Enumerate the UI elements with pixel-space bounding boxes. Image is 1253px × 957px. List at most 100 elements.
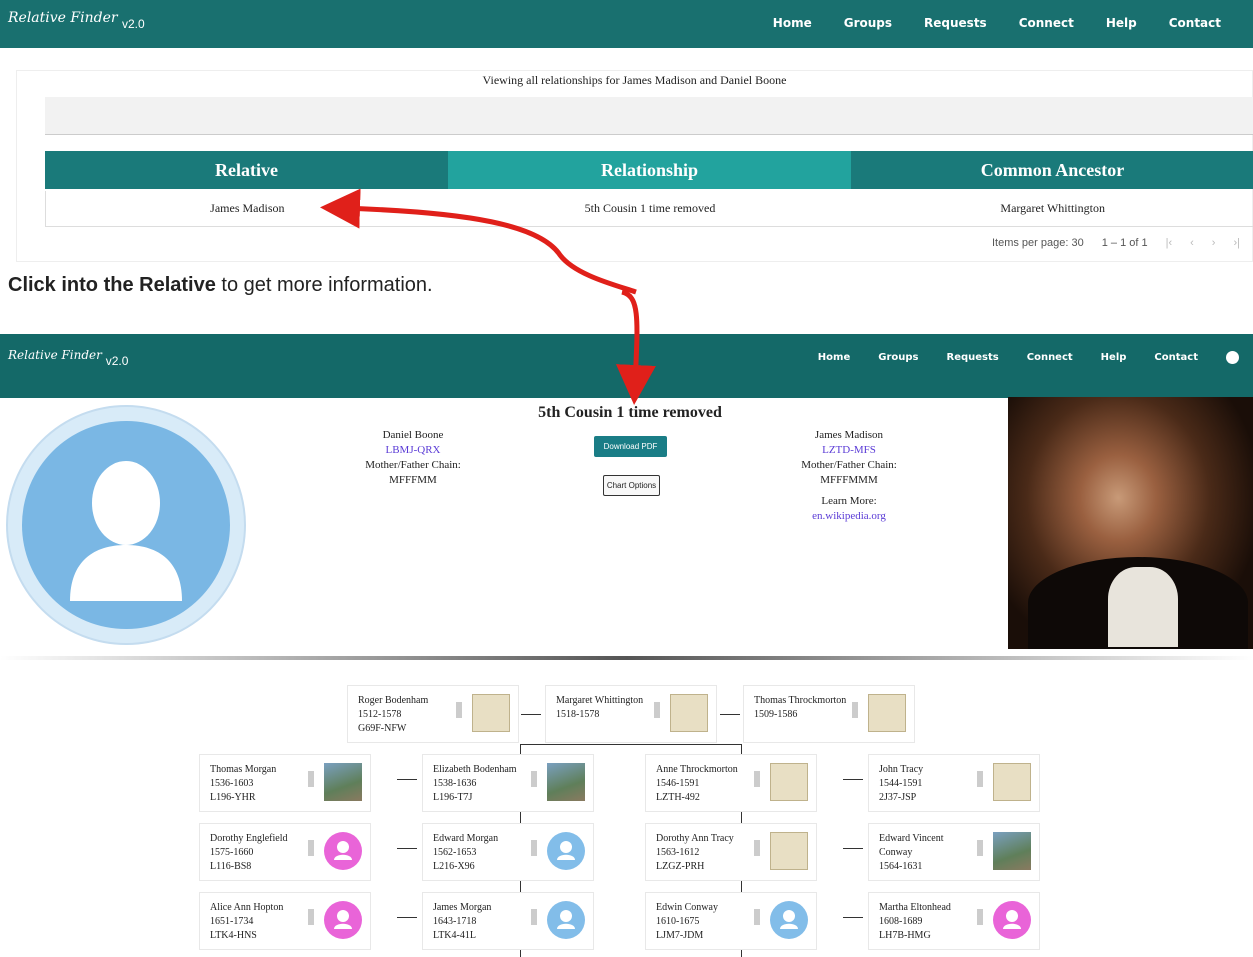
card-scrollbar[interactable] [530,832,538,866]
tree-connector [520,881,521,892]
nav-requests[interactable]: Requests [947,352,999,368]
first-page-icon[interactable]: |‹ [1166,237,1173,249]
wikipedia-link[interactable]: en.wikipedia.org [759,509,939,524]
person-card[interactable]: Anne Throckmorton 1546-1591 LZTH-492 [645,754,817,812]
person-card[interactable]: Dorothy Englefield 1575-1660 L116-BS8 [199,823,371,881]
tree-connector [520,950,521,957]
nav-links: Home Groups Requests Connect Help Contac… [818,351,1253,368]
note-bold: Click into the Relative [8,274,216,296]
last-page-icon[interactable]: ›| [1233,237,1240,249]
left-chain-label: Mother/Father Chain: [365,459,461,471]
tree-connector [843,779,863,780]
next-page-icon[interactable]: › [1212,237,1216,249]
avatar-icon [324,832,362,870]
person-card[interactable]: Margaret Whittington 1518-1578 [545,685,717,743]
person-card[interactable]: Thomas Throckmorton 1509-1586 [743,685,915,743]
card-scrollbar[interactable] [455,694,463,728]
card-years: 1546-1591 [656,778,700,789]
logo[interactable]: Relative Finder v2.0 [8,10,145,31]
nav-requests[interactable]: Requests [924,16,987,30]
card-scrollbar[interactable] [530,763,538,797]
card-id: L196-T7J [433,792,473,803]
card-id: 2J37-JSP [879,792,917,803]
person-card[interactable]: Thomas Morgan 1536-1603 L196-YHR [199,754,371,812]
person-card[interactable]: Martha Eltonhead 1608-1689 LH7B-HMG [868,892,1040,950]
card-scrollbar[interactable] [753,832,761,866]
card-years: 1610-1675 [656,916,700,927]
person-card[interactable]: Roger Bodenham 1512-1578 G69F-NFW [347,685,519,743]
person-card[interactable]: Edwin Conway 1610-1675 LJM7-JDM [645,892,817,950]
top-navbar: Relative Finder v2.0 Home Groups Request… [0,0,1253,48]
card-id: L116-BS8 [210,861,252,872]
person-card[interactable]: Dorothy Ann Tracy 1563-1612 LZGZ-PRH [645,823,817,881]
card-scrollbar[interactable] [976,832,984,866]
person-card[interactable]: Edward Morgan 1562-1653 L216-X96 [422,823,594,881]
nav-groups[interactable]: Groups [878,352,918,368]
card-id: LJM7-JDM [656,930,704,941]
person-card[interactable]: Elizabeth Bodenham 1538-1636 L196-T7J [422,754,594,812]
nav-contact[interactable]: Contact [1169,16,1221,30]
tree-connector [397,917,417,918]
card-id: LH7B-HMG [879,930,931,941]
nav-help[interactable]: Help [1101,352,1127,368]
learn-more-label: Learn More: [821,495,877,507]
person-card[interactable]: Alice Ann Hopton 1651-1734 LTK4-HNS [199,892,371,950]
right-name: James Madison [814,429,884,441]
header-relationship[interactable]: Relationship [448,151,851,189]
card-years: 1562-1653 [433,847,477,858]
cell-relative[interactable]: James Madison [46,191,449,226]
card-scrollbar[interactable] [976,901,984,935]
account-icon[interactable] [1226,351,1239,368]
avatar-icon [770,901,808,939]
card-id: LZTH-492 [656,792,700,803]
card-scrollbar[interactable] [753,763,761,797]
table-row[interactable]: James Madison 5th Cousin 1 time removed … [45,191,1253,227]
card-scrollbar[interactable] [653,694,661,728]
card-id: LTK4-HNS [210,930,257,941]
card-id: L196-YHR [210,792,256,803]
card-scrollbar[interactable] [851,694,859,728]
card-scrollbar[interactable] [307,832,315,866]
left-id-link[interactable]: LBMJ-QRX [323,443,503,458]
document-thumbnail [993,763,1031,801]
nav-home[interactable]: Home [773,16,812,30]
logo[interactable]: Relative Finder v2.0 [8,348,128,368]
nav-groups[interactable]: Groups [844,16,892,30]
header-relative[interactable]: Relative [45,151,448,189]
person-card[interactable]: John Tracy 1544-1591 2J37-JSP [868,754,1040,812]
card-scrollbar[interactable] [530,901,538,935]
tree-connector [521,714,541,715]
card-name: Elizabeth Bodenham [433,764,517,775]
document-thumbnail [770,832,808,870]
logo-text: Relative Finder [8,348,102,362]
right-chain: MFFFMMM [820,474,878,486]
card-scrollbar[interactable] [307,763,315,797]
right-id-link[interactable]: LZTD-MFS [759,443,939,458]
download-pdf-button[interactable]: Download PDF [594,436,667,457]
nav-contact[interactable]: Contact [1154,352,1198,368]
card-id: G69F-NFW [358,723,407,734]
prev-page-icon[interactable]: ‹ [1190,237,1194,249]
card-scrollbar[interactable] [307,901,315,935]
card-years: 1563-1612 [656,847,700,858]
person-card[interactable]: James Morgan 1643-1718 LTK4-41L [422,892,594,950]
nav-connect[interactable]: Connect [1019,16,1074,30]
person-silhouette-icon [70,461,182,601]
card-name: Thomas Morgan [210,764,277,775]
header-common-ancestor[interactable]: Common Ancestor [851,151,1253,189]
card-years: 1608-1689 [879,916,923,927]
chart-options-button[interactable]: Chart Options [603,475,660,496]
avatar-placeholder [6,405,246,645]
items-per-page[interactable]: Items per page: 30 [992,237,1084,249]
card-name: John Tracy [879,764,924,775]
portrait-image [1008,397,1253,649]
logo-text: Relative Finder [8,10,118,26]
nav-help[interactable]: Help [1106,16,1137,30]
person-card[interactable]: Edward Vincent Conway 1564-1631 [868,823,1040,881]
card-scrollbar[interactable] [753,901,761,935]
instruction-note: Click into the Relative to get more info… [8,274,433,297]
nav-connect[interactable]: Connect [1027,352,1073,368]
nav-home[interactable]: Home [818,352,850,368]
card-scrollbar[interactable] [976,763,984,797]
relationship-list-panel: Viewing all relationships for James Madi… [16,70,1253,262]
